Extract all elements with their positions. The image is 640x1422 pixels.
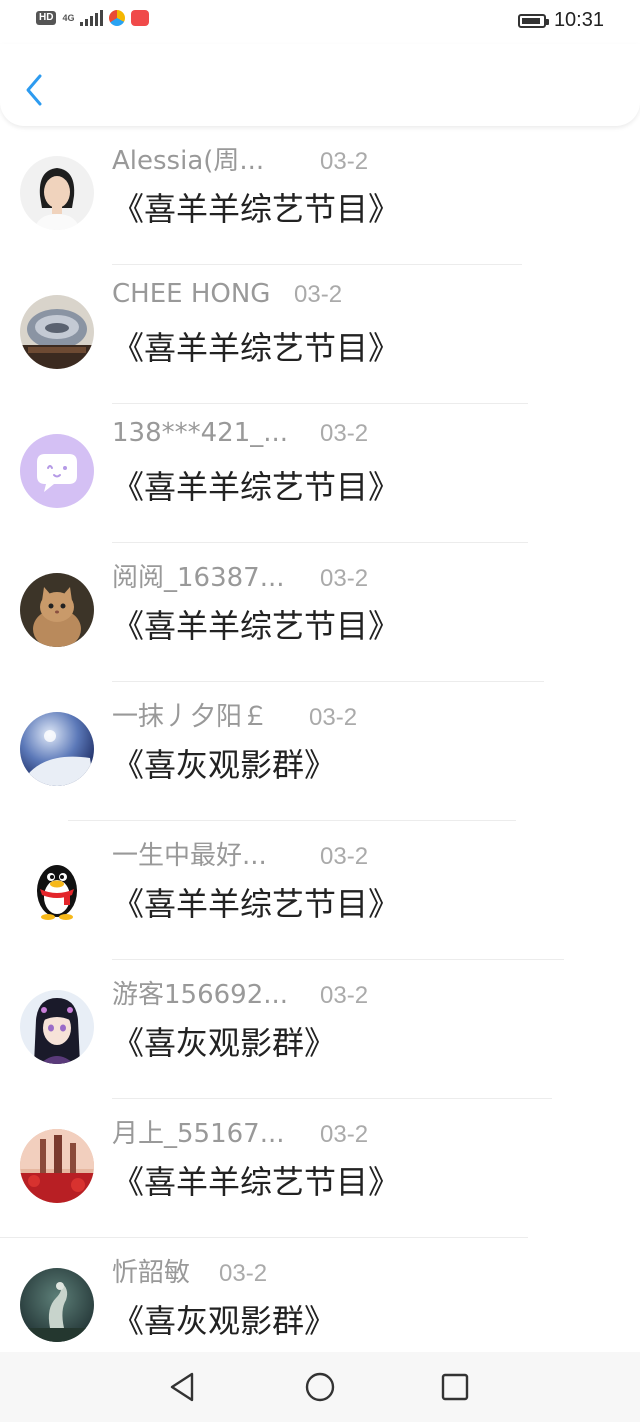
member-name: 一抹丿夕阳￡ xyxy=(112,702,269,732)
member-name: 游客156692... xyxy=(112,980,289,1010)
battery-icon xyxy=(517,13,549,28)
nav-back-button[interactable] xyxy=(166,1370,200,1404)
join-date: 03-2 xyxy=(309,704,358,731)
member-name: 忻韶敏 xyxy=(112,1258,191,1288)
group-name: 《喜羊羊综艺节目》 xyxy=(112,190,401,228)
list-item[interactable]: 一抹丿夕阳￡ 03-2 《喜灰观影群》 xyxy=(0,682,640,821)
item-meta: Alessia(周... 03-2 xyxy=(112,140,368,177)
avatar xyxy=(20,434,94,508)
avatar xyxy=(20,1268,94,1342)
avatar xyxy=(20,712,94,786)
pinwheel-app-icon xyxy=(109,10,126,26)
member-name: 月上_55167... xyxy=(112,1119,285,1149)
avatar xyxy=(20,573,94,647)
join-date: 03-2 xyxy=(320,1121,369,1148)
group-name: 《喜羊羊综艺节目》 xyxy=(112,329,401,367)
group-name: 《喜羊羊综艺节目》 xyxy=(112,468,401,506)
member-list: Alessia(周... 03-2 《喜羊羊综艺节目》 CHEE HONG 03… xyxy=(0,126,640,1377)
member-name: CHEE HONG xyxy=(112,279,271,309)
group-name: 《喜羊羊综艺节目》 xyxy=(112,885,401,923)
avatar xyxy=(20,1129,94,1203)
list-item[interactable]: Alessia(周... 03-2 《喜羊羊综艺节目》 xyxy=(0,126,640,265)
triangle-back-icon xyxy=(170,1372,194,1402)
item-meta: 阅阅_16387... 03-2 xyxy=(112,557,368,594)
list-item[interactable]: 阅阅_16387... 03-2 《喜羊羊综艺节目》 xyxy=(0,543,640,682)
group-name: 《喜灰观影群》 xyxy=(112,1024,337,1062)
item-meta: CHEE HONG 03-2 xyxy=(112,279,342,309)
network-type: 4G xyxy=(62,12,75,23)
item-meta: 忻韶敏 03-2 xyxy=(112,1252,267,1289)
member-name: Alessia(周... xyxy=(112,146,265,176)
square-recents-icon xyxy=(441,1373,469,1401)
back-button[interactable] xyxy=(20,70,50,110)
status-bar: HD 4G 10:31 xyxy=(0,0,640,44)
group-name: 《喜羊羊综艺节目》 xyxy=(112,1163,401,1201)
avatar xyxy=(20,295,94,369)
join-date: 03-2 xyxy=(294,281,343,308)
clock: 10:31 xyxy=(553,9,604,31)
list-item[interactable]: 138***421_... 03-2 《喜羊羊综艺节目》 xyxy=(0,404,640,543)
nav-recents-button[interactable] xyxy=(438,1370,472,1404)
red-app-icon xyxy=(131,10,150,26)
member-name: 一生中最好... xyxy=(112,841,267,871)
group-name: 《喜灰观影群》 xyxy=(112,1302,337,1340)
join-date: 03-2 xyxy=(320,565,369,592)
header xyxy=(0,44,640,126)
member-name: 138***421_... xyxy=(112,418,289,448)
list-item[interactable]: 游客156692... 03-2 《喜灰观影群》 xyxy=(0,960,640,1099)
avatar xyxy=(20,156,94,230)
join-date: 03-2 xyxy=(219,1260,268,1287)
item-meta: 一抹丿夕阳￡ 03-2 xyxy=(112,696,357,733)
hd-badge: HD xyxy=(36,11,57,25)
chevron-left-icon xyxy=(26,74,42,106)
join-date: 03-2 xyxy=(320,148,369,175)
join-date: 03-2 xyxy=(320,843,369,870)
list-item[interactable]: 月上_55167... 03-2 《喜羊羊综艺节目》 xyxy=(0,1099,640,1238)
item-meta: 138***421_... 03-2 xyxy=(112,418,368,448)
item-meta: 游客156692... 03-2 xyxy=(112,974,368,1011)
avatar xyxy=(20,990,94,1064)
nav-home-button[interactable] xyxy=(303,1370,337,1404)
circle-home-icon xyxy=(305,1372,335,1402)
group-name: 《喜灰观影群》 xyxy=(112,746,337,784)
system-nav-bar xyxy=(0,1352,640,1422)
signal-icon xyxy=(80,10,104,26)
join-date: 03-2 xyxy=(320,420,369,447)
item-meta: 一生中最好... 03-2 xyxy=(112,835,368,872)
status-left: HD 4G xyxy=(36,10,150,26)
item-meta: 月上_55167... 03-2 xyxy=(112,1113,368,1150)
list-item[interactable]: 一生中最好... 03-2 《喜羊羊综艺节目》 xyxy=(0,821,640,960)
join-date: 03-2 xyxy=(320,982,369,1009)
group-name: 《喜羊羊综艺节目》 xyxy=(112,607,401,645)
list-item[interactable]: CHEE HONG 03-2 《喜羊羊综艺节目》 xyxy=(0,265,640,404)
member-name: 阅阅_16387... xyxy=(112,563,285,593)
avatar xyxy=(20,851,94,925)
status-right: 10:31 xyxy=(517,9,604,32)
